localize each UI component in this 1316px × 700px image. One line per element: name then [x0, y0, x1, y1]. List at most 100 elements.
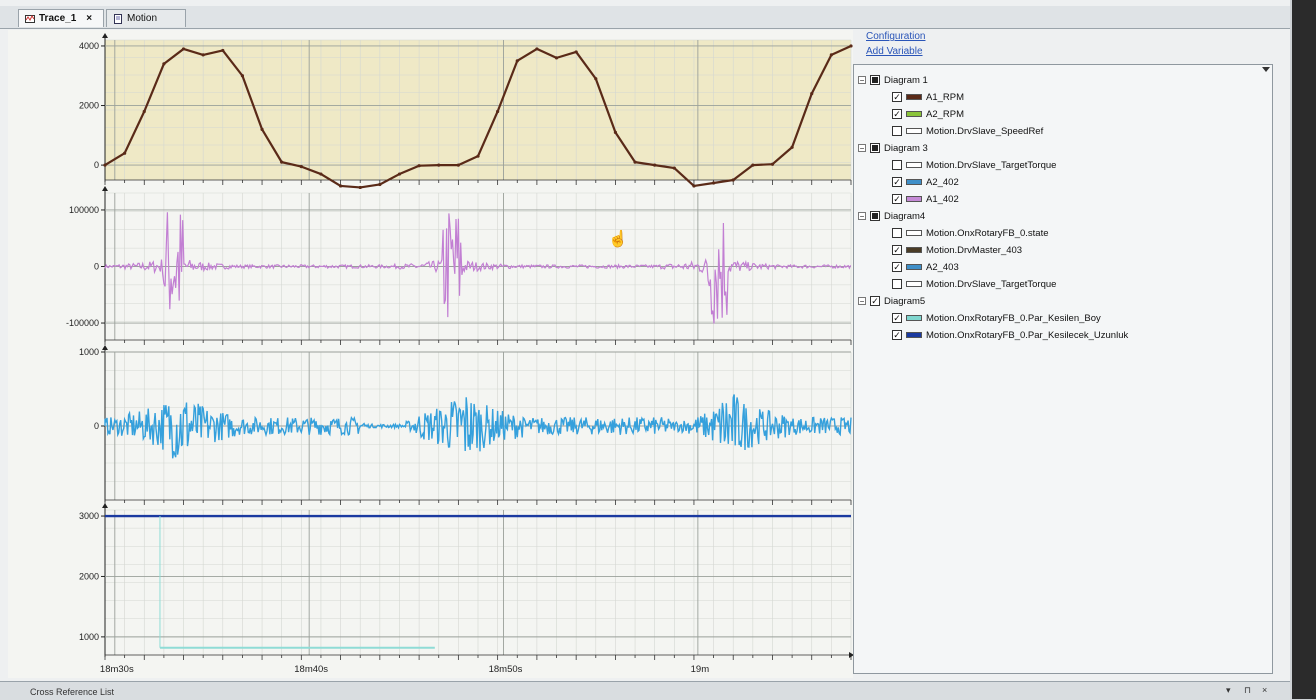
- variable-label: Motion.DrvMaster_403: [926, 244, 1023, 256]
- collapse-icon[interactable]: −: [858, 76, 866, 85]
- chart-panel-2: -100000 0 100000: [66, 186, 852, 345]
- data-point: [299, 164, 303, 169]
- variable-checkbox[interactable]: [892, 126, 902, 136]
- variable-label: Motion.OnxRotaryFB_0.Par_Kesilen_Boy: [926, 312, 1101, 324]
- trace-icon: [25, 14, 35, 24]
- close-icon[interactable]: ×: [86, 13, 92, 24]
- cross-reference-list-label[interactable]: Cross Reference List: [30, 687, 114, 697]
- variable-checkbox[interactable]: [892, 160, 902, 170]
- variable-checkbox[interactable]: ✓: [892, 177, 902, 187]
- background-edge: [1292, 0, 1316, 699]
- group-checkbox[interactable]: [870, 211, 880, 221]
- trace-charts[interactable]: 0 2000 4000 -100000 0 100000 0 1000 1000 2000 3000…: [8, 30, 853, 678]
- tab-motion[interactable]: Motion: [106, 9, 186, 27]
- tree-item[interactable]: Motion.OnxRotaryFB_0.state: [892, 226, 1049, 240]
- editor-tab-bar: Trace_1 × Motion: [0, 6, 1290, 29]
- data-point: [613, 130, 618, 134]
- variable-tree[interactable]: − Diagram 1 ✓ A1_RPM ✓ A2_RPM Motion.DrvSlave_…: [853, 64, 1273, 674]
- tree-item[interactable]: ✓ A2_403: [892, 260, 959, 274]
- variable-label: Motion.OnxRotaryFB_0.state: [926, 227, 1049, 239]
- variable-label: A2_RPM: [926, 108, 965, 120]
- variable-checkbox[interactable]: ✓: [892, 109, 902, 119]
- tree-item[interactable]: ✓ A1_402: [892, 192, 959, 206]
- data-point: [201, 53, 205, 57]
- tab-trace[interactable]: Trace_1 ×: [18, 9, 104, 27]
- bottom-panel-bar: Cross Reference List ▾ ⊓ ×: [0, 681, 1290, 700]
- data-point: [535, 47, 539, 51]
- y-tick-label: 100000: [69, 205, 99, 215]
- y-tick-label: 4000: [79, 41, 99, 51]
- group-checkbox[interactable]: [870, 75, 880, 85]
- collapse-icon[interactable]: −: [858, 212, 866, 221]
- tree-group-diagram-1[interactable]: − Diagram 1: [858, 73, 928, 87]
- variable-label: A1_RPM: [926, 91, 965, 103]
- color-swatch: [906, 264, 922, 270]
- tree-item[interactable]: ✓ Motion.OnxRotaryFB_0.Par_Kesilen_Boy: [892, 311, 1101, 325]
- tree-group-diagram4[interactable]: − Diagram4: [858, 209, 925, 223]
- tree-item[interactable]: Motion.DrvSlave_SpeedRef: [892, 124, 1043, 138]
- variable-checkbox[interactable]: [892, 279, 902, 289]
- variable-checkbox[interactable]: ✓: [892, 313, 902, 323]
- tree-item[interactable]: ✓ A2_402: [892, 175, 959, 189]
- y-tick-label: 0: [94, 421, 99, 431]
- tree-item[interactable]: ✓ A1_RPM: [892, 90, 964, 104]
- data-point: [123, 151, 127, 155]
- y-tick-label: 2000: [79, 571, 99, 581]
- collapse-icon[interactable]: −: [858, 144, 866, 153]
- data-point: [338, 184, 343, 188]
- data-point: [162, 62, 166, 66]
- data-point: [103, 163, 107, 167]
- y-tick-label: 0: [94, 262, 99, 272]
- tree-group-diagram-3[interactable]: − Diagram 3: [858, 141, 928, 155]
- data-point: [240, 74, 245, 78]
- chart-panel-1: 0 2000 4000: [79, 33, 853, 190]
- variable-checkbox[interactable]: [892, 228, 902, 238]
- variable-checkbox[interactable]: ✓: [892, 194, 902, 204]
- panel-dropdown-icon[interactable]: ▾: [1226, 685, 1231, 696]
- tree-item[interactable]: ✓ Motion.OnxRotaryFB_0.Par_Kesilecek_Uzun…: [892, 328, 1128, 342]
- tree-item[interactable]: ✓ A2_RPM: [892, 107, 964, 121]
- group-checkbox[interactable]: [870, 143, 880, 153]
- variable-checkbox[interactable]: ✓: [892, 92, 902, 102]
- y-axis-arrow: [102, 186, 108, 191]
- data-point: [260, 127, 264, 131]
- collapse-icon[interactable]: −: [858, 297, 866, 306]
- data-point: [358, 185, 362, 190]
- y-tick-label: 1000: [79, 632, 99, 642]
- variable-checkbox[interactable]: ✓: [892, 330, 902, 340]
- add-variable-link[interactable]: Add Variable: [866, 46, 923, 57]
- panel-close-icon[interactable]: ×: [1262, 685, 1267, 695]
- group-checkbox[interactable]: ✓: [870, 296, 880, 306]
- tree-item[interactable]: ✓ Motion.DrvMaster_403: [892, 243, 1022, 257]
- panel-pin-icon[interactable]: ⊓: [1244, 685, 1251, 696]
- variable-label: Motion.OnxRotaryFB_0.Par_Kesilecek_Uzunl…: [926, 329, 1129, 341]
- variable-checkbox[interactable]: ✓: [892, 245, 902, 255]
- data-point: [397, 172, 402, 176]
- tab-trace-label: Trace_1: [39, 13, 77, 24]
- scroll-down-icon[interactable]: [1262, 67, 1270, 72]
- configuration-link[interactable]: Configuration: [866, 31, 925, 42]
- tree-item[interactable]: Motion.DrvSlave_TargetTorque: [892, 277, 1056, 291]
- data-point: [515, 59, 519, 63]
- data-point: [770, 162, 775, 166]
- color-swatch: [906, 94, 922, 100]
- variable-checkbox[interactable]: ✓: [892, 262, 902, 272]
- data-point: [319, 172, 323, 176]
- tree-group-label: Diagram 1: [884, 74, 928, 86]
- data-point: [456, 163, 460, 167]
- y-tick-label: 3000: [79, 511, 99, 521]
- trace-plot-area[interactable]: 0 2000 4000 -100000 0 100000 0 1000 1000 2000 3000…: [8, 30, 853, 678]
- tree-item[interactable]: Motion.DrvSlave_TargetTorque: [892, 158, 1056, 172]
- data-point: [280, 160, 284, 164]
- x-tick-label: 18m40s: [294, 664, 328, 675]
- data-point: [476, 154, 480, 158]
- y-tick-label: -100000: [66, 318, 99, 328]
- color-swatch: [906, 196, 922, 202]
- color-swatch: [906, 281, 922, 287]
- variable-label: A2_402: [926, 176, 959, 188]
- x-tick-label: 19m: [691, 664, 710, 675]
- data-point: [849, 44, 853, 48]
- data-point: [672, 166, 676, 170]
- tree-group-diagram5[interactable]: − ✓ Diagram5: [858, 294, 925, 308]
- data-point: [653, 163, 657, 167]
